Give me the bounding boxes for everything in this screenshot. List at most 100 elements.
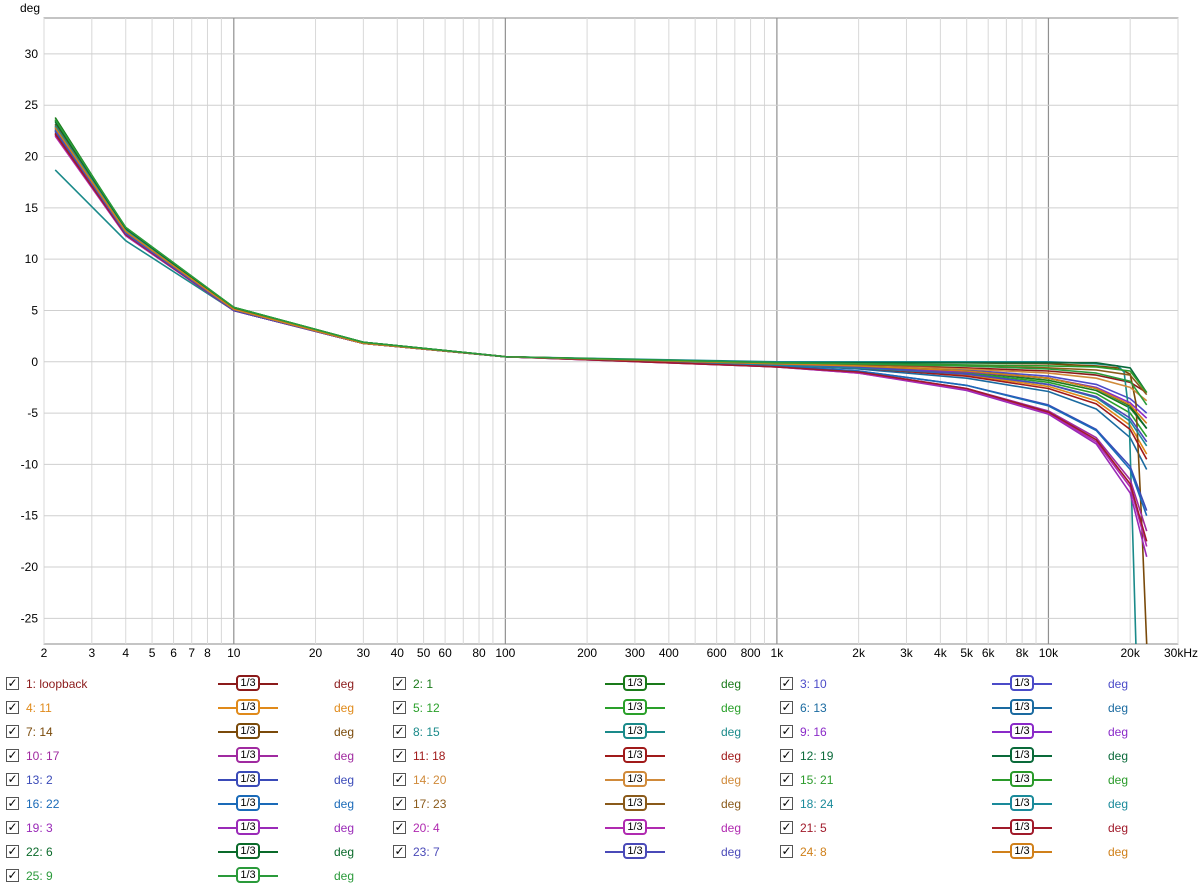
smoothing-label: 1/3 <box>1010 675 1034 691</box>
legend-checkbox[interactable]: ✓ <box>6 725 19 738</box>
legend-checkbox[interactable]: ✓ <box>780 845 793 858</box>
legend-unit: deg <box>1108 845 1129 859</box>
legend-checkbox[interactable]: ✓ <box>780 701 793 714</box>
smoothing-button[interactable]: 1/3 <box>218 770 278 788</box>
smoothing-button[interactable]: 1/3 <box>218 722 278 740</box>
y-tick-label: 10 <box>25 252 39 266</box>
smoothing-button[interactable]: 1/3 <box>605 722 665 740</box>
legend-checkbox[interactable]: ✓ <box>780 725 793 738</box>
legend-checkbox[interactable]: ✓ <box>6 749 19 762</box>
smoothing-label: 1/3 <box>236 747 260 763</box>
legend-label: 22: 6 <box>26 845 53 859</box>
legend-item: ✓ 24: 8 1/3 deg <box>780 840 1160 862</box>
legend-checkbox[interactable]: ✓ <box>393 821 406 834</box>
x-tick-label: 2 <box>41 646 48 660</box>
legend-label: 2: 1 <box>413 677 434 691</box>
legend-checkbox[interactable]: ✓ <box>6 797 19 810</box>
smoothing-button[interactable]: 1/3 <box>605 746 665 764</box>
smoothing-button[interactable]: 1/3 <box>605 674 665 692</box>
smoothing-button[interactable]: 1/3 <box>218 746 278 764</box>
legend-unit: deg <box>721 845 742 859</box>
legend-checkbox[interactable]: ✓ <box>393 677 406 690</box>
phase-chart: 302520151050-5-10-15-20-25 2 3 4 5 6 7 8 10 20 30… <box>20 1 1198 660</box>
legend-item: ✓ 12: 19 1/3 deg <box>780 744 1160 766</box>
smoothing-button[interactable]: 1/3 <box>992 698 1052 716</box>
legend-item: ✓ 6: 13 1/3 deg <box>780 696 1160 718</box>
smoothing-label: 1/3 <box>236 867 260 883</box>
legend-label: 11: 18 <box>413 749 446 763</box>
legend-unit: deg <box>334 725 355 739</box>
legend-checkbox[interactable]: ✓ <box>393 725 406 738</box>
legend-item: ✓ 18: 24 1/3 deg <box>780 792 1160 814</box>
legend-label: 8: 15 <box>413 725 440 739</box>
legend-checkbox[interactable]: ✓ <box>780 749 793 762</box>
smoothing-label: 1/3 <box>236 675 260 691</box>
legend-checkbox[interactable]: ✓ <box>780 797 793 810</box>
smoothing-button[interactable]: 1/3 <box>992 794 1052 812</box>
legend-checkbox[interactable]: ✓ <box>6 845 19 858</box>
legend-checkbox[interactable]: ✓ <box>393 749 406 762</box>
smoothing-button[interactable]: 1/3 <box>992 722 1052 740</box>
smoothing-label: 1/3 <box>1010 795 1034 811</box>
smoothing-button[interactable]: 1/3 <box>218 842 278 860</box>
legend-item: ✓ 13: 2 1/3 deg <box>6 768 386 790</box>
y-tick-label: 20 <box>25 150 39 164</box>
x-tick-label: 4k <box>934 646 948 660</box>
legend-item: ✓ 5: 12 1/3 deg <box>393 696 773 718</box>
x-tick-label: 200 <box>577 646 597 660</box>
smoothing-button[interactable]: 1/3 <box>218 674 278 692</box>
y-tick-label: 30 <box>25 47 39 61</box>
smoothing-label: 1/3 <box>623 819 647 835</box>
legend-checkbox[interactable]: ✓ <box>393 701 406 714</box>
legend-label: 16: 22 <box>26 797 60 811</box>
legend-checkbox[interactable]: ✓ <box>6 773 19 786</box>
legend-unit: deg <box>334 677 355 691</box>
smoothing-button[interactable]: 1/3 <box>605 818 665 836</box>
smoothing-label: 1/3 <box>623 795 647 811</box>
legend-checkbox[interactable]: ✓ <box>6 701 19 714</box>
legend-unit: deg <box>334 701 355 715</box>
smoothing-button[interactable]: 1/3 <box>218 698 278 716</box>
smoothing-button[interactable]: 1/3 <box>218 866 278 884</box>
smoothing-button[interactable]: 1/3 <box>992 842 1052 860</box>
legend-unit: deg <box>721 773 742 787</box>
legend-label: 12: 19 <box>800 749 834 763</box>
legend-label: 23: 7 <box>413 845 440 859</box>
smoothing-label: 1/3 <box>236 699 260 715</box>
legend-label: 21: 5 <box>800 821 827 835</box>
legend-label: 15: 21 <box>800 773 834 787</box>
x-tick-label: 600 <box>707 646 727 660</box>
legend-unit: deg <box>721 749 742 763</box>
smoothing-button[interactable]: 1/3 <box>605 794 665 812</box>
smoothing-button[interactable]: 1/3 <box>992 770 1052 788</box>
smoothing-button[interactable]: 1/3 <box>992 674 1052 692</box>
smoothing-button[interactable]: 1/3 <box>605 770 665 788</box>
smoothing-label: 1/3 <box>1010 819 1034 835</box>
legend-checkbox[interactable]: ✓ <box>780 821 793 834</box>
legend-label: 4: 11 <box>26 701 52 715</box>
legend-checkbox[interactable]: ✓ <box>393 797 406 810</box>
smoothing-button[interactable]: 1/3 <box>218 818 278 836</box>
y-tick-label: -25 <box>21 611 39 625</box>
smoothing-button[interactable]: 1/3 <box>992 746 1052 764</box>
legend-checkbox[interactable]: ✓ <box>780 677 793 690</box>
legend-item: ✓ 23: 7 1/3 deg <box>393 840 773 862</box>
legend-checkbox[interactable]: ✓ <box>393 773 406 786</box>
legend-checkbox[interactable]: ✓ <box>393 845 406 858</box>
legend-checkbox[interactable]: ✓ <box>6 821 19 834</box>
legend-checkbox[interactable]: ✓ <box>780 773 793 786</box>
legend-unit: deg <box>1108 677 1129 691</box>
x-tick-label: 20 <box>309 646 323 660</box>
smoothing-label: 1/3 <box>1010 723 1034 739</box>
smoothing-button[interactable]: 1/3 <box>992 818 1052 836</box>
smoothing-button[interactable]: 1/3 <box>605 842 665 860</box>
legend-unit: deg <box>721 821 742 835</box>
smoothing-button[interactable]: 1/3 <box>218 794 278 812</box>
smoothing-button[interactable]: 1/3 <box>605 698 665 716</box>
x-tick-label: 4 <box>122 646 129 660</box>
legend-item: ✓ 15: 21 1/3 deg <box>780 768 1160 790</box>
legend-unit: deg <box>721 701 742 715</box>
legend-checkbox[interactable]: ✓ <box>6 869 19 882</box>
x-tick-labels: 2 3 4 5 6 7 8 10 20 30 40 50 60 80 100 200 300 400 600 800 1… <box>41 646 1198 660</box>
legend-checkbox[interactable]: ✓ <box>6 677 19 690</box>
